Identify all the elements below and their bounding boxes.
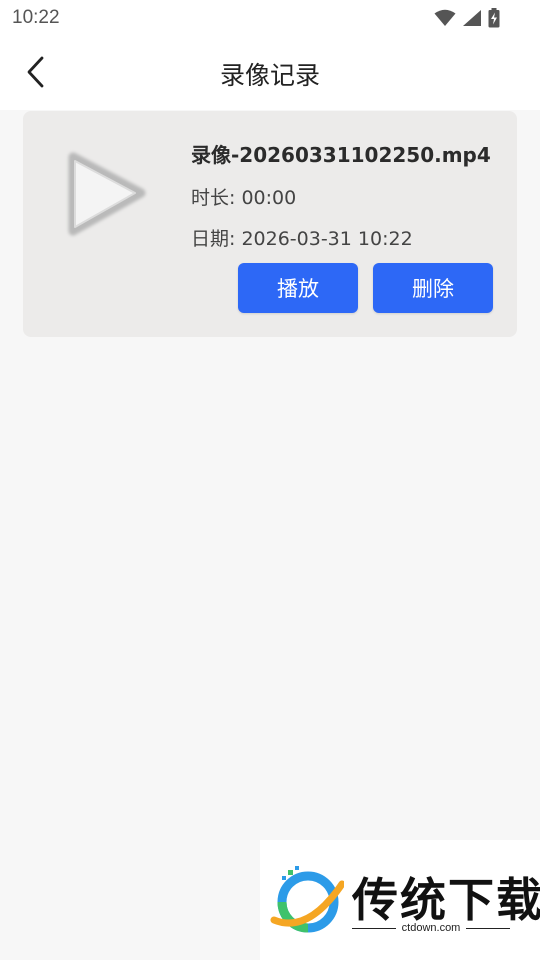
record-card: 录像-20260331102250.mp4 时长: 00:00 日期: 2026… xyxy=(23,111,517,337)
wifi-icon xyxy=(434,9,456,26)
delete-button[interactable]: 删除 xyxy=(373,263,493,313)
record-date: 日期: 2026-03-31 10:22 xyxy=(191,228,413,250)
status-time: 10:22 xyxy=(12,7,60,28)
watermark-domain: ctdown.com xyxy=(401,922,461,934)
record-file-name: 录像-20260331102250.mp4 xyxy=(191,143,491,167)
watermark: 传统下载 ctdown.com xyxy=(260,840,540,960)
video-thumbnail[interactable] xyxy=(63,149,153,239)
divider-line xyxy=(466,927,511,929)
nav-bar: 录像记录 xyxy=(0,36,540,110)
play-triangle-icon xyxy=(68,152,146,236)
watermark-domain-row: ctdown.com xyxy=(352,922,511,934)
record-duration: 时长: 00:00 xyxy=(191,187,297,209)
divider-line xyxy=(352,927,396,929)
status-bar: 10:22 xyxy=(0,0,540,36)
battery-charging-icon xyxy=(488,8,500,28)
signal-icon xyxy=(463,10,481,26)
watermark-logo xyxy=(270,866,344,933)
watermark-brand: 传统下载 xyxy=(352,873,540,927)
play-button[interactable]: 播放 xyxy=(238,263,358,313)
page-title: 录像记录 xyxy=(219,61,320,90)
status-icons xyxy=(434,8,500,28)
